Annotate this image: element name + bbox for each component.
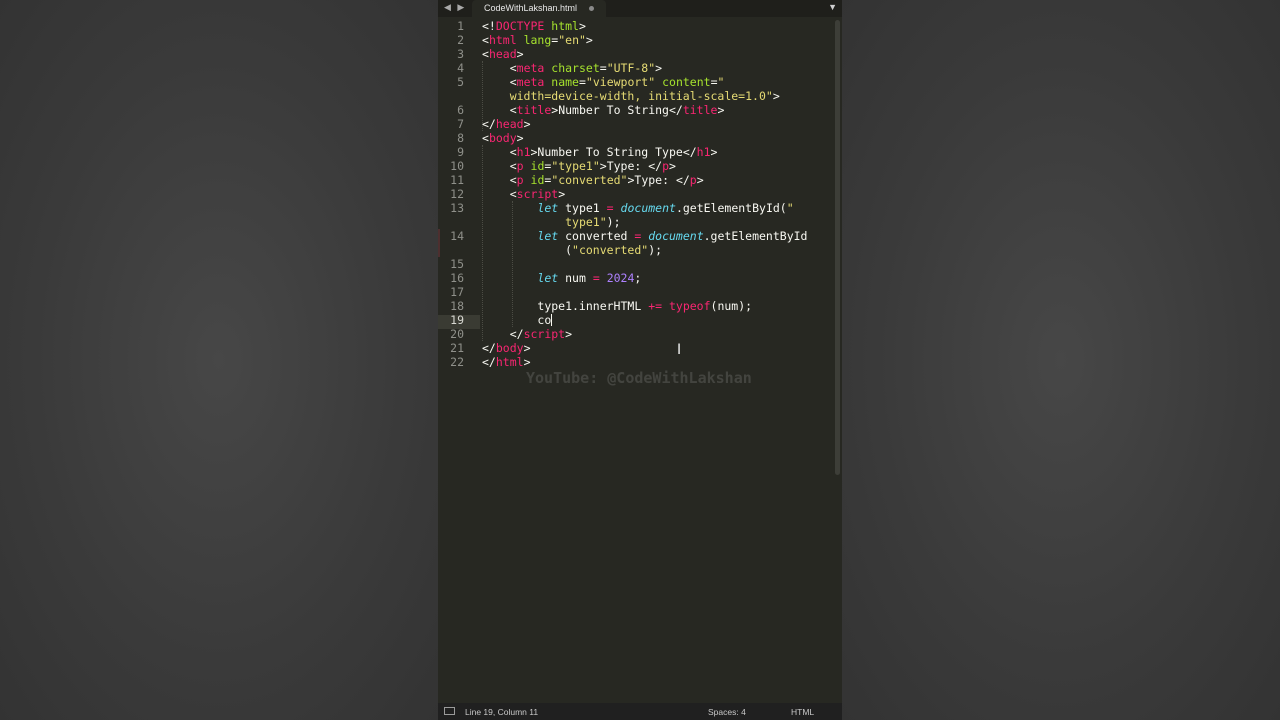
line-number: 9 [457, 145, 464, 159]
code-line[interactable]: width=device-width, initial-scale=1.0"> [438, 89, 834, 103]
line-code[interactable]: let num = 2024; [482, 271, 641, 285]
vertical-scrollbar[interactable] [835, 20, 840, 475]
code-line[interactable]: 14 let converted = document.getElementBy… [438, 229, 834, 243]
code-line[interactable]: type1"); [438, 215, 834, 229]
line-code[interactable]: </head> [482, 117, 531, 131]
back-forward-icon[interactable]: ◀ ▶ [444, 2, 466, 13]
line-code[interactable]: width=device-width, initial-scale=1.0"> [482, 89, 780, 103]
line-number: 19 [450, 313, 464, 327]
line-number: 12 [450, 187, 464, 201]
line-number: 17 [450, 285, 464, 299]
code-line[interactable]: 11 <p id="converted">Type: </p> [438, 173, 834, 187]
code-line[interactable]: 21 </body> [438, 341, 834, 355]
line-number: 15 [450, 257, 464, 271]
code-line[interactable]: 1 <!DOCTYPE html> [438, 19, 834, 33]
tab-dropdown-icon[interactable]: ▼ [828, 2, 837, 12]
line-code[interactable]: let type1 = document.getElementById(" [482, 201, 793, 215]
line-number: 7 [457, 117, 464, 131]
cursor-position: Line 19, Column 11 [465, 707, 539, 717]
line-code[interactable]: <!DOCTYPE html> [482, 19, 586, 33]
code-line[interactable]: 20 </script> [438, 327, 834, 341]
line-code[interactable]: <html lang="en"> [482, 33, 593, 47]
code-line[interactable]: 6 <title>Number To String</title> [438, 103, 834, 117]
line-code[interactable]: <title>Number To String</title> [482, 103, 725, 117]
line-code[interactable]: <body> [482, 131, 524, 145]
code-line[interactable]: 10 <p id="type1">Type: </p> [438, 159, 834, 173]
line-code[interactable]: let converted = document.getElementById [482, 229, 807, 243]
line-code[interactable]: type1.innerHTML += typeof(num); [482, 299, 752, 313]
code-line[interactable]: 4 <meta charset="UTF-8"> [438, 61, 834, 75]
line-number: 16 [450, 271, 464, 285]
code-line[interactable]: 16 let num = 2024; [438, 271, 834, 285]
line-number: 8 [457, 131, 464, 145]
syntax-mode[interactable]: HTML [791, 707, 814, 717]
line-number: 5 [457, 75, 464, 89]
line-number: 3 [457, 47, 464, 61]
line-code[interactable]: <h1>Number To String Type</h1> [482, 145, 718, 159]
file-tab-label: CodeWithLakshan.html [484, 3, 578, 13]
line-code[interactable]: <meta charset="UTF-8"> [482, 61, 662, 75]
line-number: 4 [457, 61, 464, 75]
line-number: 20 [450, 327, 464, 341]
background-right [842, 0, 1280, 720]
line-code[interactable]: <p id="converted">Type: </p> [482, 173, 704, 187]
line-number: 18 [450, 299, 464, 313]
code-line[interactable]: 18 type1.innerHTML += typeof(num); [438, 299, 834, 313]
panel-toggle-icon[interactable] [444, 707, 455, 715]
background-left [0, 0, 438, 720]
code-line[interactable]: ("converted"); [438, 243, 834, 257]
line-number: 13 [450, 201, 464, 215]
code-line[interactable]: 19 co [438, 313, 834, 327]
code-line[interactable]: 5 <meta name="viewport" content=" [438, 75, 834, 89]
code-line[interactable]: 12 <script> [438, 187, 834, 201]
line-number: 21 [450, 341, 464, 355]
line-number: 6 [457, 103, 464, 117]
line-code[interactable]: <script> [482, 187, 565, 201]
unsaved-dot-icon[interactable] [589, 6, 594, 11]
code-line[interactable]: 13 let type1 = document.getElementById(" [438, 201, 834, 215]
code-line[interactable]: 15 [438, 257, 834, 271]
file-tab[interactable]: CodeWithLakshan.html [472, 0, 606, 17]
line-number: 1 [457, 19, 464, 33]
line-number: 11 [450, 173, 464, 187]
line-code[interactable]: co [482, 313, 553, 327]
line-code[interactable]: <head> [482, 47, 524, 61]
code-line[interactable]: 3 <head> [438, 47, 834, 61]
line-number: 10 [450, 159, 464, 173]
tab-bar: ◀ ▶ CodeWithLakshan.html ▼ [438, 0, 842, 17]
indentation-setting[interactable]: Spaces: 4 [708, 707, 746, 717]
code-line[interactable]: 7 </head> [438, 117, 834, 131]
code-line[interactable]: 8 <body> [438, 131, 834, 145]
line-number: 22 [450, 355, 464, 369]
line-number: 14 [450, 229, 464, 243]
line-number: 2 [457, 33, 464, 47]
code-line[interactable]: 2 <html lang="en"> [438, 33, 834, 47]
line-code[interactable]: <p id="type1">Type: </p> [482, 159, 676, 173]
code-line[interactable]: 22 </html> [438, 355, 834, 369]
line-code[interactable]: ("converted"); [482, 243, 662, 257]
line-code[interactable]: type1"); [482, 215, 620, 229]
line-code[interactable]: </script> [482, 327, 572, 341]
line-code[interactable]: </html> [482, 355, 531, 369]
status-bar: Line 19, Column 11 Spaces: 4 HTML [438, 703, 842, 720]
code-area[interactable]: YouTube: @CodeWithLakshan I 1 <!DOCTYPE h… [438, 19, 834, 699]
line-code[interactable]: </body> [482, 341, 531, 355]
code-editor-window: ◀ ▶ CodeWithLakshan.html ▼ YouTube: @Cod… [438, 0, 842, 720]
code-line[interactable]: 9 <h1>Number To String Type</h1> [438, 145, 834, 159]
code-line[interactable]: 17 [438, 285, 834, 299]
watermark: YouTube: @CodeWithLakshan [526, 369, 752, 387]
line-code[interactable]: <meta name="viewport" content=" [482, 75, 725, 89]
